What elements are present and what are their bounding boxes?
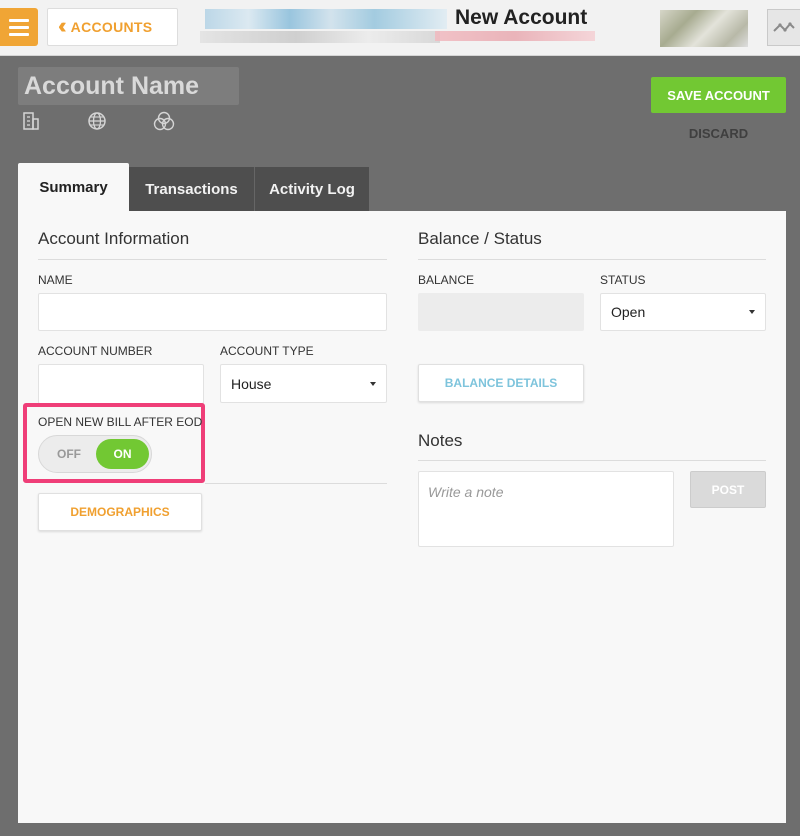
status-value: Open [611,304,646,320]
blurred-subtitle [200,31,440,43]
circles-icon[interactable] [153,111,175,131]
balance-value-field [418,293,584,331]
blurred-subtitle-red [435,31,595,41]
post-note-button[interactable]: POST [690,471,766,508]
hamburger-menu-icon[interactable] [0,8,38,46]
avatar[interactable] [660,10,748,47]
note-textarea[interactable]: Write a note [418,471,674,547]
open-new-bill-label: OPEN NEW BILL AFTER EOD [38,415,203,429]
dropdown-caret-icon [370,381,376,386]
toggle-off-label: OFF [57,447,81,461]
section-divider [205,483,387,484]
back-button-label: ACCOUNTS [70,19,153,35]
section-divider [38,259,387,260]
account-type-select[interactable]: House [220,364,387,403]
back-to-accounts-button[interactable]: ‹‹ ACCOUNTS [47,8,178,46]
top-bar: ‹‹ ACCOUNTS New Account [0,0,800,56]
demographics-button[interactable]: DEMOGRAPHICS [38,493,202,531]
tab-summary[interactable]: Summary [18,163,129,211]
section-divider [418,460,766,461]
account-number-label: ACCOUNT NUMBER [38,344,153,358]
toggle-on-knob: ON [96,439,149,469]
account-name-input[interactable]: Account Name [18,67,239,105]
balance-details-button[interactable]: BALANCE DETAILS [418,364,584,402]
save-account-button[interactable]: SAVE ACCOUNT [651,77,786,113]
status-select[interactable]: Open [600,293,766,331]
open-new-bill-toggle[interactable]: OFF ON [38,435,152,473]
notes-title: Notes [418,431,463,450]
status-label: STATUS [600,273,646,287]
dropdown-caret-icon [749,310,755,314]
blurred-venue-name [205,9,447,29]
page-title: New Account [455,6,588,29]
name-field[interactable] [38,293,387,331]
discard-button[interactable]: DISCARD [651,122,786,144]
account-information-title: Account Information [38,229,190,248]
building-icon[interactable] [21,111,41,131]
section-divider [418,259,766,260]
account-number-field[interactable] [38,364,204,404]
globe-icon[interactable] [87,111,107,131]
name-label: NAME [38,273,73,287]
double-chevron-left-icon: ‹‹ [58,12,66,38]
tab-transactions[interactable]: Transactions [129,167,254,211]
activity-graph-icon[interactable] [767,9,800,46]
tab-activity-log[interactable]: Activity Log [254,167,369,211]
account-type-label: ACCOUNT TYPE [220,344,314,358]
balance-label: BALANCE [418,273,475,287]
account-type-value: House [231,375,272,392]
balance-status-title: Balance / Status [418,229,542,248]
